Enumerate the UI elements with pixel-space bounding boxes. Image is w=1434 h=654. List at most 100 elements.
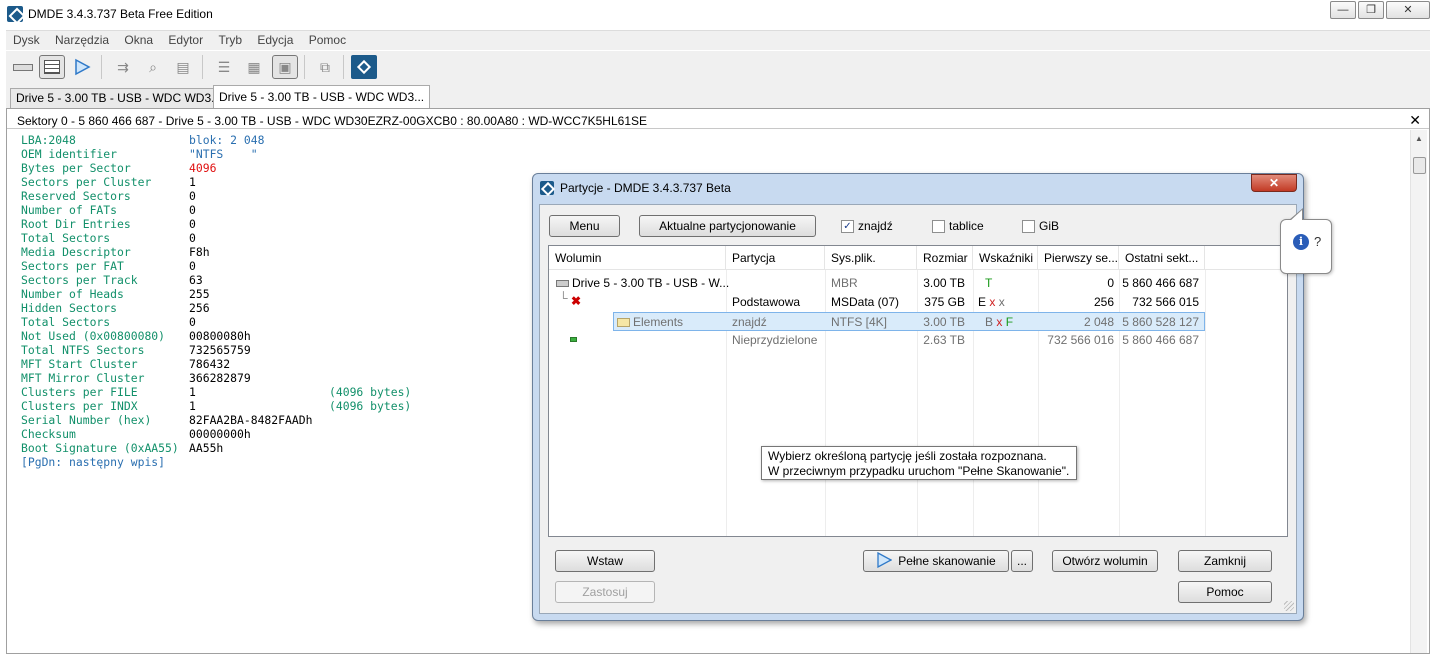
list-view-icon[interactable]: ☰ <box>211 55 237 79</box>
field-name: Reserved Sectors <box>21 189 131 203</box>
full-scan-button[interactable]: Pełne skanowanie <box>863 550 1009 572</box>
field-value: 255 <box>189 287 210 301</box>
column-header-partition[interactable]: Partycja <box>726 246 825 270</box>
size-cell: 2.63 TB <box>923 333 965 347</box>
column-header-flags[interactable]: Wskaźniki <box>973 246 1038 270</box>
field-value: 0 <box>189 203 196 217</box>
more-options-button[interactable]: ... <box>1011 550 1033 572</box>
first-sector-cell: 2 048 <box>1083 315 1114 329</box>
field-name: Sectors per Track <box>21 273 138 287</box>
dialog-title: Partycje - DMDE 3.4.3.737 Beta <box>560 181 731 195</box>
hex-view-icon[interactable]: ▣ <box>272 55 298 79</box>
minimize-button[interactable]: — <box>1330 1 1356 19</box>
field-note: (4096 bytes) <box>329 385 412 399</box>
table-row[interactable]: Drive 5 - 3.00 TB - USB - W... MBR 3.00 … <box>549 274 1287 293</box>
table-row[interactable]: Nieprzydzielone 2.63 TB 732 566 016 5 86… <box>549 331 1287 350</box>
dialog-body: Menu Aktualne partycjonowanie ✓ znajdź t… <box>539 204 1297 614</box>
field-name: Root Dir Entries <box>21 217 131 231</box>
checkbox-unchecked-icon <box>1022 219 1035 233</box>
sector-range-header: Sektory 0 - 5 860 466 687 - Drive 5 - 3.… <box>7 109 1429 129</box>
block-label: blok: 2 048 <box>189 133 265 147</box>
field-value: "NTFS " <box>189 147 258 161</box>
restore-button[interactable]: ❐ <box>1358 1 1384 19</box>
column-header-volume[interactable]: Wolumin <box>549 246 726 270</box>
close-icon[interactable]: ✕ <box>1409 112 1421 129</box>
find-checkbox[interactable]: ✓ znajdź <box>841 219 893 233</box>
field-name: Sectors per Cluster <box>21 175 152 189</box>
partition-cell: Podstawowa <box>732 295 801 309</box>
details-view-icon[interactable]: ▦ <box>241 55 267 79</box>
drive-icon[interactable] <box>10 55 36 79</box>
current-partitioning-button[interactable]: Aktualne partycjonowanie <box>639 215 816 237</box>
column-header-last-sector[interactable]: Ostatni sekt... <box>1119 246 1205 270</box>
menu-windows[interactable]: Okna <box>117 31 158 47</box>
file-icon[interactable]: ▤ <box>170 55 196 79</box>
balloon-tail <box>1290 210 1302 221</box>
toolbar-separator <box>343 55 344 79</box>
menu-editor[interactable]: Edytor <box>161 31 208 47</box>
close-dialog-button[interactable]: Zamknij <box>1178 550 1272 572</box>
partitions-icon[interactable] <box>39 55 65 79</box>
size-cell: 375 GB <box>924 295 965 309</box>
column-header-size[interactable]: Rozmiar <box>917 246 973 270</box>
flags-cell: B x F <box>985 315 1014 329</box>
size-cell: 3.00 TB <box>923 315 965 329</box>
field-value: 0 <box>189 189 196 203</box>
toolbar-separator <box>101 55 102 79</box>
dialog-close-button[interactable]: ✕ <box>1251 174 1297 192</box>
dmde-logo-icon <box>7 6 23 22</box>
hint-tooltip: Wybierz określoną partycję jeśli została… <box>761 446 1077 480</box>
open-volume-button[interactable]: Otwórz wolumin <box>1052 550 1158 572</box>
toolbar-separator <box>202 55 203 79</box>
menu-disk[interactable]: Dysk <box>6 31 45 47</box>
toolbar-separator <box>304 55 305 79</box>
field-value: 366282879 <box>189 371 251 385</box>
menu-help[interactable]: Pomoc <box>302 31 351 47</box>
scroll-up-icon[interactable]: ▲ <box>1411 130 1427 147</box>
table-row-selected[interactable]: Elements znajdź NTFS [4K] 3.00 TB B x F … <box>613 312 1205 331</box>
menu-mode[interactable]: Tryb <box>211 31 247 47</box>
gib-checkbox[interactable]: GiB <box>1022 219 1059 233</box>
scrollbar-thumb[interactable] <box>1413 157 1426 174</box>
field-value: 00000000h <box>189 427 251 441</box>
vertical-scrollbar[interactable]: ▲ <box>1410 130 1427 653</box>
menu-bar: Dysk Narzędzia Okna Edytor Tryb Edycja P… <box>6 30 1430 50</box>
resize-grip-icon[interactable] <box>1284 601 1294 611</box>
windows-icon[interactable]: ⧉ <box>312 55 338 79</box>
apply-button[interactable]: Zastosuj <box>555 581 655 603</box>
partitions-dialog: Partycje - DMDE 3.4.3.737 Beta ✕ Menu Ak… <box>532 173 1304 621</box>
play-icon[interactable] <box>69 55 95 79</box>
find-checkbox-label: znajdź <box>858 219 893 233</box>
volume-cell: Elements <box>617 315 683 329</box>
deleted-partition-icon: ✖ <box>571 294 582 308</box>
column-header-filesystem[interactable]: Sys.plik. <box>825 246 917 270</box>
dmde-logo-icon <box>540 181 554 195</box>
field-name: Clusters per FILE <box>21 385 138 399</box>
menu-tools[interactable]: Narzędzia <box>48 31 114 47</box>
field-value: F8h <box>189 245 210 259</box>
column-header-first-sector[interactable]: Pierwszy se... <box>1038 246 1119 270</box>
close-button[interactable]: ✕ <box>1386 1 1430 19</box>
sector-range-text: Sektory 0 - 5 860 466 687 - Drive 5 - 3.… <box>17 114 648 128</box>
help-balloon[interactable]: i ? <box>1280 208 1332 274</box>
field-name: Boot Signature (0xAA55) <box>21 441 179 455</box>
dialog-titlebar: Partycje - DMDE 3.4.3.737 Beta <box>540 180 731 196</box>
search-icon[interactable]: ⌕ <box>140 55 166 79</box>
tab-drive-2[interactable]: Drive 5 - 3.00 TB - USB - WDC WD3... <box>213 85 431 109</box>
last-sector-cell: 5 860 528 127 <box>1122 315 1199 329</box>
table-row[interactable]: └ ✖ Podstawowa MSData (07) 375 GB E x x … <box>549 291 1287 312</box>
tables-checkbox[interactable]: tablice <box>932 219 984 233</box>
dmde-logo-icon[interactable] <box>351 55 377 79</box>
insert-button[interactable]: Wstaw <box>555 550 655 572</box>
menu-edit[interactable]: Edycja <box>250 31 298 47</box>
step-icon[interactable]: ⇉ <box>110 55 136 79</box>
last-sector-cell: 5 860 466 687 <box>1122 333 1199 347</box>
menu-button[interactable]: Menu <box>549 215 620 237</box>
field-name: Total Sectors <box>21 231 111 245</box>
help-button[interactable]: Pomoc <box>1178 581 1272 603</box>
flags-cell: E x x <box>978 295 1005 309</box>
play-icon <box>877 551 893 569</box>
tab-drive-1[interactable]: Drive 5 - 3.00 TB - USB - WDC WD3... <box>10 88 228 109</box>
field-value: 82FAA2BA-8482FAADh <box>189 413 313 427</box>
partitions-table[interactable]: Wolumin Partycja Sys.plik. Rozmiar Wskaź… <box>548 245 1288 537</box>
